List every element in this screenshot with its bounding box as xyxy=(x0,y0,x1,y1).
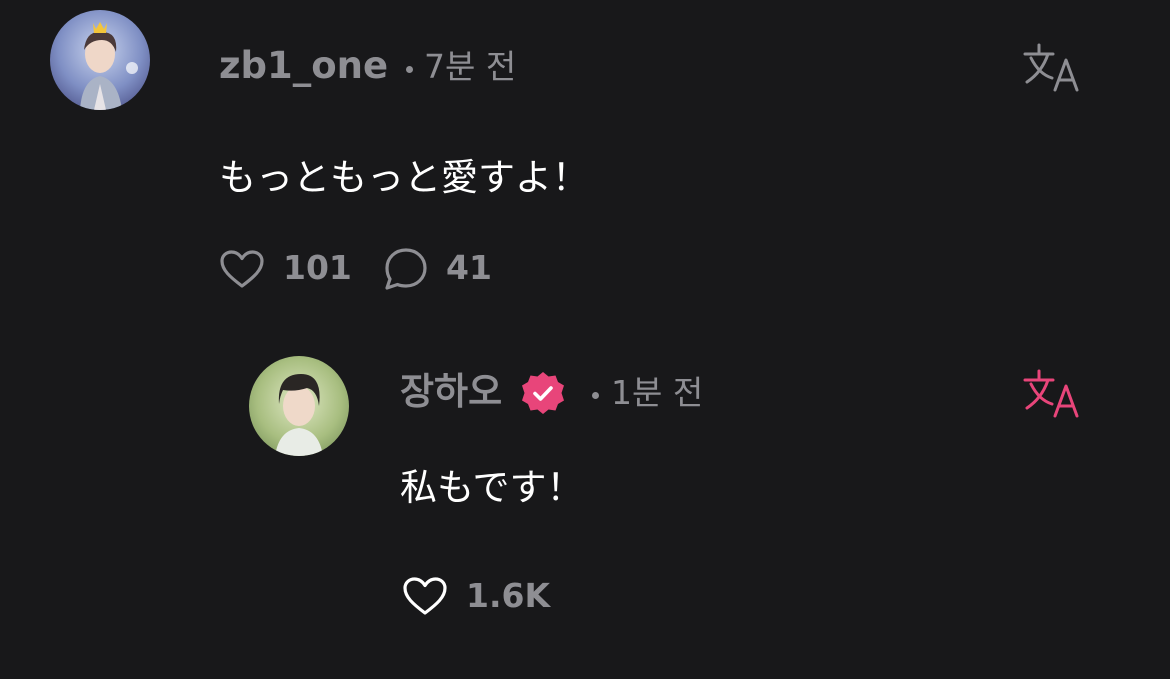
username[interactable]: zb1_one xyxy=(219,44,388,88)
translate-button[interactable] xyxy=(1022,42,1082,94)
verified-badge-icon xyxy=(520,370,566,416)
separator-dot xyxy=(406,66,413,73)
comment-text: もっともっと愛すよ！ xyxy=(219,156,589,199)
heart-icon xyxy=(403,577,447,615)
timestamp: 7분 전 xyxy=(424,47,517,86)
like-count: 101 xyxy=(283,248,352,287)
translate-button[interactable] xyxy=(1022,368,1082,420)
avatar[interactable] xyxy=(50,10,150,110)
separator-dot xyxy=(592,392,599,399)
translate-icon xyxy=(1023,369,1079,418)
like-button[interactable] xyxy=(402,576,448,616)
timestamp: 1분 전 xyxy=(611,373,704,412)
like-count: 1.6K xyxy=(466,576,551,615)
comment-bubble-icon xyxy=(385,248,427,290)
like-button[interactable] xyxy=(219,249,265,289)
translate-icon xyxy=(1023,43,1079,92)
comment-text: 私もです！ xyxy=(400,466,584,509)
avatar[interactable] xyxy=(249,356,349,456)
reply-count: 41 xyxy=(446,248,492,287)
reply-button[interactable] xyxy=(383,247,429,291)
username[interactable]: 장하오 xyxy=(400,370,502,414)
heart-icon xyxy=(220,250,264,288)
